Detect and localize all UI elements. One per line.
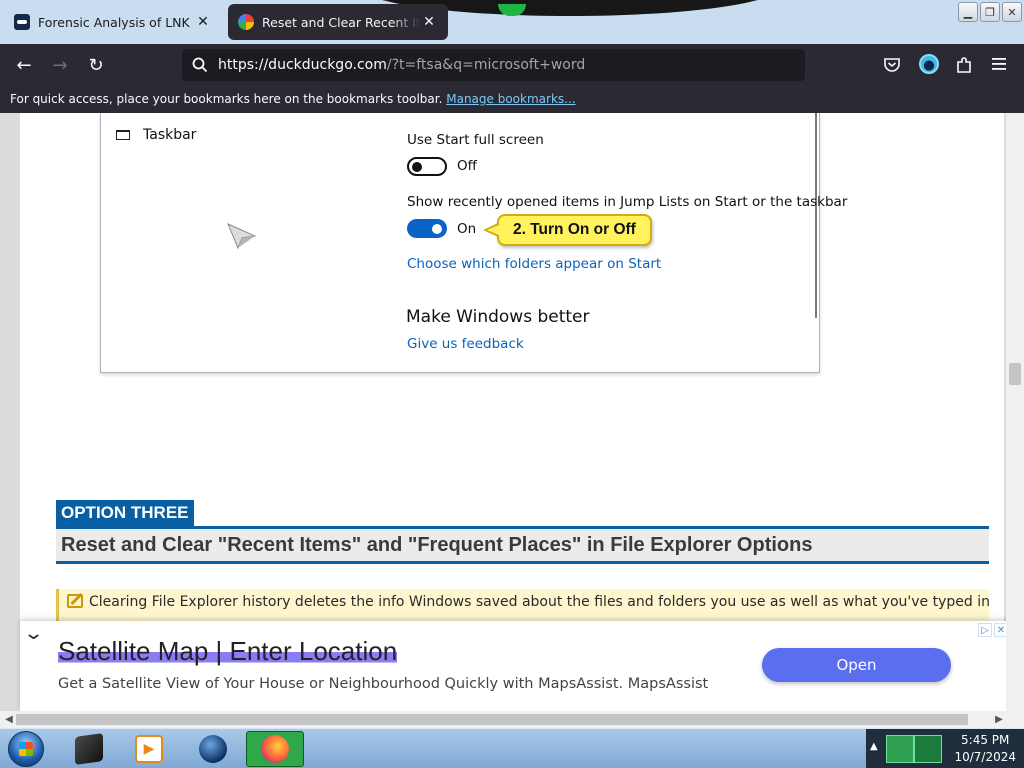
give-feedback-link: Give us feedback [407,336,524,352]
sidebar-item-taskbar: Taskbar [143,127,197,143]
account-avatar-icon[interactable] [919,54,939,74]
tab-forensic-analysis[interactable]: Forensic Analysis of LNK Files ✕ [4,3,222,41]
horizontal-scrollbar[interactable]: ◀ ▶ [0,711,1024,728]
back-arrow-icon[interactable]: ← [11,52,37,78]
settings-screenshot: Taskbar Use Start full screen Off Show r… [100,113,847,373]
ad-open-button[interactable]: Open [762,648,951,682]
edit-note-icon [67,594,83,608]
site-favicon-icon [238,14,254,30]
tab-title: Reset and Clear Recent Items and Frequen… [262,14,420,30]
section-title: Reset and Clear "Recent Items" and "Freq… [56,529,989,564]
tab-title: Forensic Analysis of LNK Files [38,14,194,30]
menu-hamburger-icon[interactable] [992,58,1006,70]
scroll-right-icon[interactable]: ▶ [992,711,1006,728]
vertical-scrollbar[interactable] [1006,113,1024,711]
window-controls: ▁ ❐ ✕ [958,2,1022,22]
navigation-toolbar: ← → ↻ https://duckduckgo.com/?t=ftsa&q=m… [0,44,1024,86]
ad-description: Get a Satellite View of Your House or Ne… [58,676,709,692]
start-full-screen-toggle [407,157,447,176]
taskbar-firefox-icon[interactable] [246,731,304,767]
jump-lists-toggle [407,219,447,238]
ad-title[interactable]: Satellite Map | Enter Location [58,636,398,667]
extensions-icon[interactable] [956,56,972,74]
tray-network-icon[interactable] [914,735,942,763]
tab-strip: Forensic Analysis of LNK Files ✕ Reset a… [0,0,1024,44]
clock-time: 5:45 PM [961,733,1010,747]
article-page: Taskbar Use Start full screen Off Show r… [20,113,1024,711]
url-text: https://duckduckgo.com/?t=ftsa&q=microso… [218,57,586,73]
manage-bookmarks-link[interactable]: Manage bookmarks... [446,92,575,106]
taskbar-terminal-icon[interactable] [60,731,118,767]
restore-icon[interactable]: ❐ [980,2,1000,22]
ad-choices-icon[interactable]: ▷ [978,623,992,637]
minimize-icon[interactable]: ▁ [958,2,978,22]
tab-close-icon[interactable]: ✕ [420,14,438,30]
tab-reset-clear-recent-items[interactable]: Reset and Clear Recent Items and Frequen… [228,4,448,40]
reload-icon[interactable]: ↻ [83,52,109,78]
screenshot-scrollbar [815,113,817,318]
search-icon [192,57,208,73]
address-bar[interactable]: https://duckduckgo.com/?t=ftsa&q=microso… [182,49,805,81]
note-box: Clearing File Explorer history deletes t… [56,589,989,625]
site-favicon-icon [14,14,30,30]
choose-folders-link: Choose which folders appear on Start [407,256,662,272]
forward-arrow-icon[interactable]: → [47,52,73,78]
ad-controls: ▷ ✕ [978,623,1008,637]
horizontal-scroll-thumb[interactable] [16,714,968,725]
clock-date: 10/7/2024 [954,750,1016,764]
callout-bubble: 2. Turn On or Off [483,214,652,246]
windows-taskbar: ▶ ▲ 5:45 PM 10/7/2024 [0,728,1024,768]
page-viewport: Taskbar Use Start full screen Off Show r… [0,113,1024,711]
vertical-scroll-thumb[interactable] [1009,363,1021,385]
jump-lists-state: On [457,221,477,237]
tray-app-icon[interactable] [886,735,914,763]
start-button-icon[interactable] [8,731,44,767]
system-tray: ▲ 5:45 PM 10/7/2024 [866,729,1024,768]
show-hidden-icons-icon[interactable]: ▲ [870,741,878,752]
close-window-icon[interactable]: ✕ [1002,2,1022,22]
scroll-left-icon[interactable]: ◀ [2,711,16,728]
option-three-tag: OPTION THREE [56,500,194,526]
start-full-screen-state: Off [457,158,477,174]
make-windows-better-heading: Make Windows better [406,307,590,327]
pocket-icon[interactable] [883,57,901,73]
tab-close-icon[interactable]: ✕ [194,14,212,30]
collapse-chevron-icon[interactable]: ⌄ [23,623,44,644]
ad-banner[interactable]: ⌄ ▷ ✕ Satellite Map | Enter Location Get… [20,621,1024,711]
bookmarks-toolbar: For quick access, place your bookmarks h… [0,86,1024,113]
mouse-pointer-icon [227,223,257,250]
system-clock[interactable]: 5:45 PM 10/7/2024 [954,732,1016,766]
note-text: Clearing File Explorer history deletes t… [89,594,989,610]
bookmarks-message: For quick access, place your bookmarks h… [10,92,443,106]
setting-start-full-screen-label: Use Start full screen [407,132,544,148]
taskbar-media-player-icon[interactable]: ▶ [120,731,178,767]
taskbar-icon [116,130,130,140]
setting-jump-lists-label: Show recently opened items in Jump Lists… [407,194,848,210]
taskbar-globe-icon[interactable] [184,731,242,767]
